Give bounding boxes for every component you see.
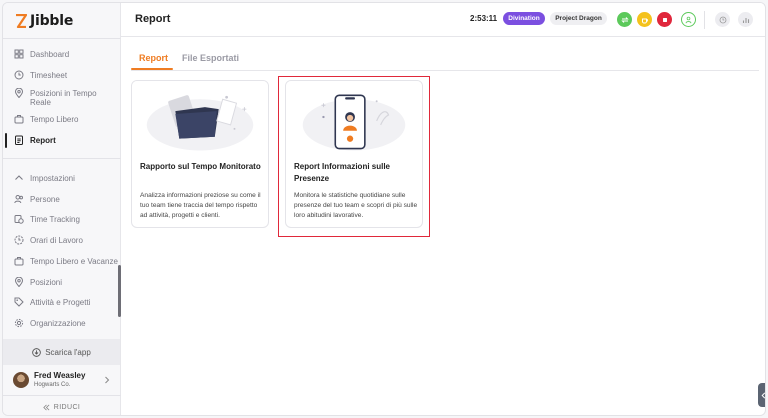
card-description: Analizza informazioni preziose su come i… — [140, 192, 261, 219]
app-name: Jibble — [30, 13, 74, 29]
collapse-sidebar-button[interactable]: RIDUCI — [3, 397, 120, 415]
switch-button[interactable] — [617, 12, 632, 27]
people-icon — [14, 195, 23, 204]
coffee-icon — [641, 18, 648, 23]
timer-history-button[interactable] — [715, 12, 730, 27]
sidebar-item-label: Report — [30, 136, 56, 145]
sidebar-item-label: Persone — [30, 195, 60, 204]
location-pin-icon — [14, 277, 24, 287]
sidebar-item-locations[interactable]: Posizioni — [3, 277, 119, 287]
sidebar-scrollbar[interactable] — [118, 265, 121, 317]
sidebar-item-label: Dashboard — [30, 50, 70, 59]
sidebar-item-label: Posizioni in Tempo Reale — [30, 89, 97, 107]
card-description: Monitora le statistiche quotidiane sulle… — [294, 192, 418, 219]
clock-in-status-button[interactable] — [681, 12, 696, 27]
phone-attendance-illustration — [286, 81, 422, 153]
sidebar-item-label: Time Tracking — [30, 215, 80, 224]
sidebar-item-work-schedules[interactable]: Orari di Lavoro — [3, 235, 119, 245]
sidebar-item-activities-projects[interactable]: Attività e Progetti — [3, 297, 119, 307]
chevron-right-icon — [105, 376, 110, 384]
sidebar-item-dashboard[interactable]: Dashboard — [3, 49, 119, 59]
sidebar-item-label: Posizioni — [30, 278, 63, 287]
user-profile[interactable]: Fred Weasley Hogwarts Co. — [3, 365, 120, 395]
side-panel-toggle[interactable] — [758, 383, 765, 407]
switch-arrows-icon — [620, 16, 629, 23]
tab-report[interactable]: Report — [139, 53, 168, 63]
suitcase-icon — [14, 257, 24, 266]
sidebar-item-label: Impostazioni — [30, 174, 75, 183]
jibble-logo-icon — [16, 14, 27, 28]
sidebar-item-label: Attività e Progetti — [30, 298, 91, 307]
download-app-label: Scarica l'app — [45, 347, 91, 357]
sidebar-item-label: Tempo Libero — [30, 115, 79, 124]
jibble-logo[interactable]: Jibble — [15, 11, 73, 31]
user-name: Fred Weasley — [34, 371, 86, 380]
sidebar-item-live-locations[interactable]: Posizioni in Tempo Reale — [3, 88, 119, 107]
person-clock-icon — [685, 16, 691, 23]
stop-button[interactable] — [657, 12, 672, 27]
sidebar-item-people[interactable]: Persone — [3, 195, 119, 204]
page-title: Report — [135, 13, 171, 25]
sidebar-divider — [3, 38, 121, 39]
clock-icon — [14, 70, 24, 80]
active-tab-indicator — [131, 68, 173, 70]
collapse-label: RIDUCI — [53, 403, 81, 411]
gear-icon — [14, 318, 24, 328]
folder-illustration — [132, 81, 268, 153]
sidebar-item-label: Tempo Libero e Vacanze — [30, 257, 118, 266]
clock-icon — [719, 16, 726, 23]
card-tracked-time-report[interactable]: Rapporto sul Tempo Monitorato Analizza i… — [131, 80, 269, 228]
download-app-button[interactable]: Scarica l'app — [3, 339, 120, 365]
location-pin-icon — [14, 88, 24, 98]
time-tracking-icon — [14, 215, 24, 224]
sidebar-item-time-off[interactable]: Tempo Libero — [3, 115, 119, 124]
sidebar-item-label: Organizzazione — [30, 319, 86, 328]
sidebar: Jibble Dashboard Timesheet Posizioni in … — [3, 3, 121, 415]
sidebar-divider — [3, 158, 121, 159]
suitcase-icon — [14, 115, 24, 124]
sidebar-item-timesheet[interactable]: Timesheet — [3, 70, 119, 80]
sidebar-item-time-off-holidays[interactable]: Tempo Libero e Vacanze — [3, 257, 119, 266]
chevron-left-icon — [761, 391, 765, 399]
stats-button[interactable] — [738, 12, 753, 27]
chevron-up-icon — [15, 175, 23, 180]
card-title: Rapporto sul Tempo Monitorato — [140, 162, 261, 171]
bar-chart-icon — [742, 17, 749, 23]
dashboard-icon — [14, 49, 24, 59]
user-organization: Hogwarts Co. — [34, 382, 71, 388]
sidebar-item-time-tracking[interactable]: Time Tracking — [3, 215, 119, 224]
card-attendance-report[interactable]: Report Informazioni sulle Presenze Monit… — [285, 80, 423, 228]
top-bar: Report 2:53:11 Divination Project Dragon — [121, 3, 765, 37]
double-chevron-left-icon — [42, 404, 50, 410]
project-badge[interactable]: Project Dragon — [550, 12, 607, 25]
sidebar-divider — [3, 395, 121, 396]
tab-exported-files[interactable]: File Esportati — [182, 53, 239, 63]
sidebar-item-label: Orari di Lavoro — [30, 236, 83, 245]
download-icon — [32, 347, 42, 357]
app-window: Jibble Dashboard Timesheet Posizioni in … — [2, 2, 766, 416]
schedule-icon — [14, 235, 24, 245]
sidebar-item-settings[interactable]: Impostazioni — [3, 174, 119, 183]
avatar — [13, 372, 29, 388]
report-icon — [15, 135, 23, 145]
report-tabs: Report File Esportati — [131, 49, 759, 71]
sidebar-item-organization[interactable]: Organizzazione — [3, 318, 119, 328]
activity-badge[interactable]: Divination — [503, 12, 545, 25]
card-title: Report Informazioni sulle Presenze — [294, 162, 391, 183]
timer: 2:53:11 — [470, 14, 498, 23]
sidebar-item-report[interactable]: Report — [3, 133, 119, 148]
header-divider — [704, 11, 705, 29]
tag-icon — [14, 297, 24, 307]
break-button[interactable] — [637, 12, 652, 27]
sidebar-item-label: Timesheet — [30, 71, 68, 80]
stop-icon — [662, 17, 667, 22]
